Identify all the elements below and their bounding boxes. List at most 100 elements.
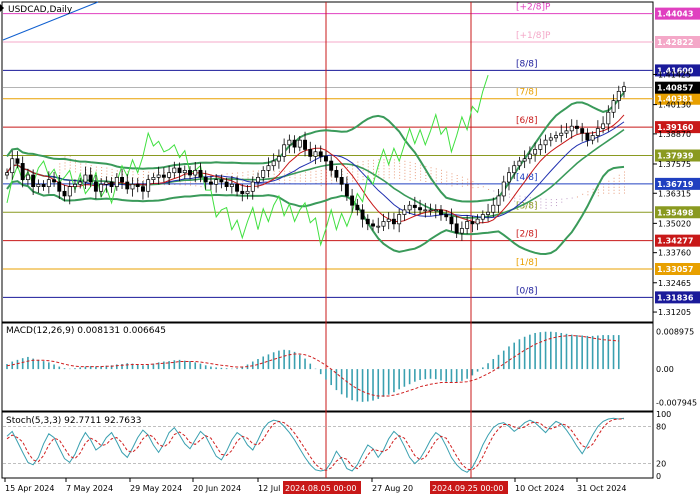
cloud-dot — [252, 170, 254, 172]
cloud-dot — [64, 165, 66, 167]
candle-body — [198, 170, 203, 178]
cloud-dot — [80, 169, 82, 171]
candle-body — [569, 125, 574, 132]
y-tick-label: 1.32465 — [658, 279, 691, 288]
candle-body — [512, 165, 517, 174]
cloud-dot — [378, 174, 380, 176]
cloud-dot — [488, 188, 490, 190]
cloud-dot — [362, 161, 364, 163]
candle-body — [52, 179, 57, 183]
cloud-dot — [137, 176, 139, 178]
candle-body — [439, 209, 443, 215]
cloud-dot — [597, 195, 599, 197]
cloud-dot — [430, 173, 432, 175]
cloud-dot — [561, 201, 563, 203]
cloud-dot — [613, 189, 615, 191]
y-tick-label: 1.41425 — [658, 70, 691, 79]
candle-body — [93, 181, 98, 192]
cloud-dot — [550, 205, 552, 207]
candle-body — [287, 139, 292, 146]
candle-body — [15, 158, 20, 164]
cloud-dot — [294, 180, 296, 182]
cloud-dot — [273, 170, 275, 172]
candle-body — [219, 179, 224, 183]
candle-body — [46, 179, 51, 187]
cloud-dot — [587, 191, 589, 193]
level-price-label: 1.44043 — [657, 10, 693, 19]
candle-body — [428, 209, 433, 212]
candle-body — [538, 144, 543, 150]
cloud-dot — [226, 173, 228, 175]
cloud-dot — [137, 173, 139, 175]
cloud-dot — [404, 160, 406, 162]
cloud-dot — [357, 173, 359, 175]
cloud-dot — [587, 194, 589, 196]
cloud-dot — [420, 170, 422, 172]
candle-body — [444, 214, 449, 218]
cloud-dot — [284, 173, 286, 175]
cloud-dot — [435, 174, 437, 176]
cloud-dot — [446, 171, 448, 173]
cloud-dot — [550, 202, 552, 204]
cloud-dot — [383, 168, 385, 170]
y-tick-label: 1.36315 — [658, 189, 691, 198]
cloud-dot — [378, 168, 380, 170]
cloud-dot — [529, 197, 531, 199]
cloud-dot — [524, 196, 526, 198]
candle-body — [188, 170, 192, 176]
candle-body — [527, 153, 532, 160]
cloud-dot — [294, 171, 296, 173]
candle-body — [559, 132, 564, 136]
cloud-dot — [331, 179, 333, 181]
candle-body — [20, 163, 25, 181]
cloud-dot — [393, 174, 395, 176]
cloud-dot — [367, 172, 369, 174]
chart-window: 1.44043 [+2/8]P 1.42822 [+1/8]P 1.41600 [8/8]… — [0, 0, 700, 500]
cloud-dot — [514, 197, 516, 199]
candle-body — [412, 204, 417, 208]
cloud-dot — [373, 177, 375, 179]
candle-body — [208, 181, 213, 185]
candle-body — [99, 183, 104, 192]
candle-body — [517, 160, 522, 167]
candle-body — [10, 158, 15, 174]
cloud-dot — [373, 162, 375, 164]
cloud-dot — [409, 179, 411, 181]
cloud-dot — [414, 169, 416, 171]
cloud-dot — [472, 181, 474, 183]
cloud-dot — [440, 178, 442, 180]
cloud-dot — [106, 167, 108, 169]
candle-body — [109, 181, 114, 187]
cloud-dot — [278, 179, 280, 181]
candle-body — [120, 176, 124, 183]
candle-body — [130, 183, 135, 190]
macd-title: MACD(12,26,9) 0.008131 0.006645 — [6, 326, 166, 336]
cloud-dot — [456, 181, 458, 183]
candle-body — [57, 181, 62, 192]
cloud-dot — [373, 159, 375, 161]
level-price-label: 1.33057 — [657, 265, 693, 274]
cloud-dot — [430, 170, 432, 172]
cloud-dot — [305, 180, 307, 182]
cloud-dot — [571, 197, 573, 199]
cloud-dot — [289, 179, 291, 181]
candle-body — [156, 174, 161, 178]
cloud-dot — [420, 164, 422, 166]
candle-body — [308, 149, 313, 157]
level-price-label: 1.42822 — [657, 38, 693, 47]
cloud-dot — [74, 165, 76, 167]
cloud-dot — [388, 177, 390, 179]
candle-body — [193, 170, 198, 176]
candle-body — [229, 183, 234, 187]
candle-body — [585, 132, 590, 141]
y-tick-label: 1.38870 — [658, 130, 691, 139]
cloud-dot — [190, 181, 192, 183]
candle-body — [276, 156, 281, 162]
candle-body — [125, 181, 130, 190]
cloud-dot — [425, 174, 427, 176]
time-marker-label: 2024.08.05 00:00 — [285, 484, 356, 493]
level-label: [1/8] — [516, 258, 538, 268]
cloud-dot — [435, 177, 437, 179]
candle-body — [543, 139, 548, 146]
cloud-dot — [404, 172, 406, 174]
